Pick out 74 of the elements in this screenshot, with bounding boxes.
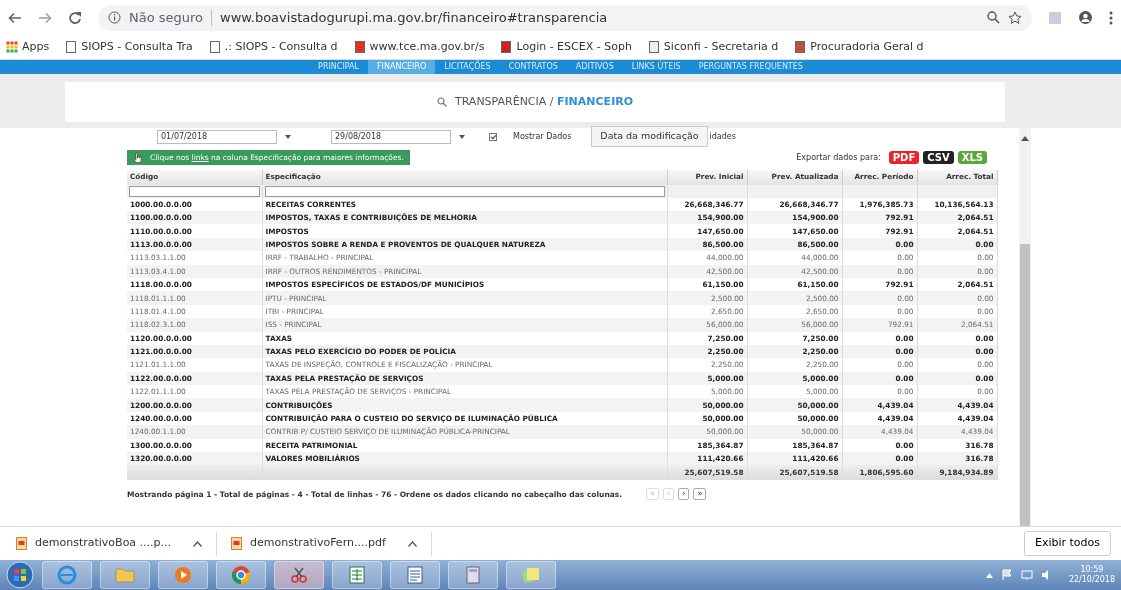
info-icon[interactable]: [108, 11, 121, 25]
scrollbar[interactable]: [1019, 127, 1031, 527]
document-icon: [407, 566, 423, 585]
breadcrumb: TRANSPARÊNCIA / FINANCEIRO: [454, 93, 634, 110]
taskbar-button[interactable]: [274, 561, 324, 590]
file-icon: [16, 537, 27, 551]
back-icon[interactable]: [8, 11, 22, 24]
calculator-icon: [466, 566, 480, 585]
profile-icon[interactable]: [1078, 10, 1093, 26]
download-file[interactable]: demonstrativoBoa ....p...: [35, 535, 172, 552]
zoom-icon[interactable]: [987, 11, 1000, 25]
favicon-icon: [794, 41, 807, 54]
taskbar-button[interactable]: [506, 561, 556, 590]
network-icon[interactable]: [1020, 569, 1033, 582]
menu-icon[interactable]: [1109, 10, 1113, 25]
pager-button[interactable]: »: [693, 488, 707, 501]
taskbar-button[interactable]: [158, 561, 208, 590]
taskbar-button[interactable]: [448, 561, 498, 590]
security-label: Não seguro: [129, 9, 204, 28]
bookmark-link[interactable]: Apps: [22, 39, 50, 56]
media-player-icon: [174, 566, 192, 585]
bookmark-link[interactable]: .: SIOPS - Consulta d: [224, 39, 338, 56]
start-orb-icon[interactable]: [6, 561, 34, 590]
hand-pointer-icon: [133, 152, 142, 164]
tray-arrow-icon[interactable]: [985, 572, 993, 578]
taskbar-button[interactable]: [42, 561, 92, 590]
bookmark-link[interactable]: www.tce.ma.gov.br/s: [369, 39, 485, 56]
export-button[interactable]: PDF: [888, 151, 920, 165]
dropdown-icon[interactable]: [459, 134, 465, 139]
flag-icon[interactable]: [1000, 569, 1013, 582]
caret-icon[interactable]: [407, 540, 417, 547]
filter-field[interactable]: [264, 185, 665, 197]
folder-icon: [115, 567, 135, 584]
taskbar-button[interactable]: [216, 561, 266, 590]
dropdown-icon[interactable]: [285, 134, 291, 139]
favicon-icon: [500, 41, 513, 54]
favicon-icon: [647, 41, 660, 54]
export-label: Exportar dados para:: [796, 151, 881, 164]
apps-grid-icon: [6, 41, 18, 54]
forward-icon[interactable]: [38, 11, 52, 24]
download-file[interactable]: demonstrativoFern....pdf: [250, 535, 386, 552]
bookmark-link[interactable]: Procuradoria Geral d: [810, 39, 924, 56]
export-button[interactable]: CSV: [923, 151, 954, 165]
checkbox-label: Mostrar Dados: [513, 130, 572, 143]
favicon-icon: [353, 41, 366, 54]
taskbar-button[interactable]: [332, 561, 382, 590]
scissors-icon: [290, 566, 308, 585]
bookmark-link[interactable]: SIOPS - Consulta Tra: [81, 39, 193, 56]
filter-field[interactable]: [129, 185, 260, 197]
bookmark-link[interactable]: Login - ESCEX - Soph: [516, 39, 632, 56]
reload-icon[interactable]: [68, 10, 82, 25]
scroll-up-icon[interactable]: [1021, 135, 1029, 141]
address-text[interactable]: www.boavistadogurupi.ma.gov.br/financeiro#transparencia: [220, 8, 608, 28]
file-icon: [231, 537, 243, 551]
checkbox-label: idades: [709, 130, 736, 143]
globe-e-icon: [57, 565, 77, 586]
pager-button[interactable]: ›: [678, 488, 690, 501]
caret-icon[interactable]: [193, 540, 203, 547]
show-all-button[interactable]: Exibir todos: [1023, 531, 1111, 556]
taskbar-button[interactable]: [100, 561, 150, 590]
tooltip: Data da modificação: [591, 126, 708, 147]
page-icon: [65, 41, 78, 54]
star-icon[interactable]: [1008, 10, 1022, 25]
page-icon: [208, 41, 221, 54]
scroll-thumb[interactable]: [1020, 243, 1030, 527]
chrome-icon: [231, 565, 251, 586]
search-icon: [436, 96, 447, 107]
date-field[interactable]: 01/07/2018: [157, 129, 277, 144]
bookmark-link[interactable]: Siconfi - Secretaria d: [663, 39, 779, 56]
spreadsheet-icon: [349, 566, 365, 585]
sticky-notes-icon: [521, 566, 541, 585]
taskbar-button[interactable]: [390, 561, 440, 590]
date-field[interactable]: 29/08/2018: [331, 129, 451, 144]
checkbox[interactable]: [489, 132, 497, 141]
